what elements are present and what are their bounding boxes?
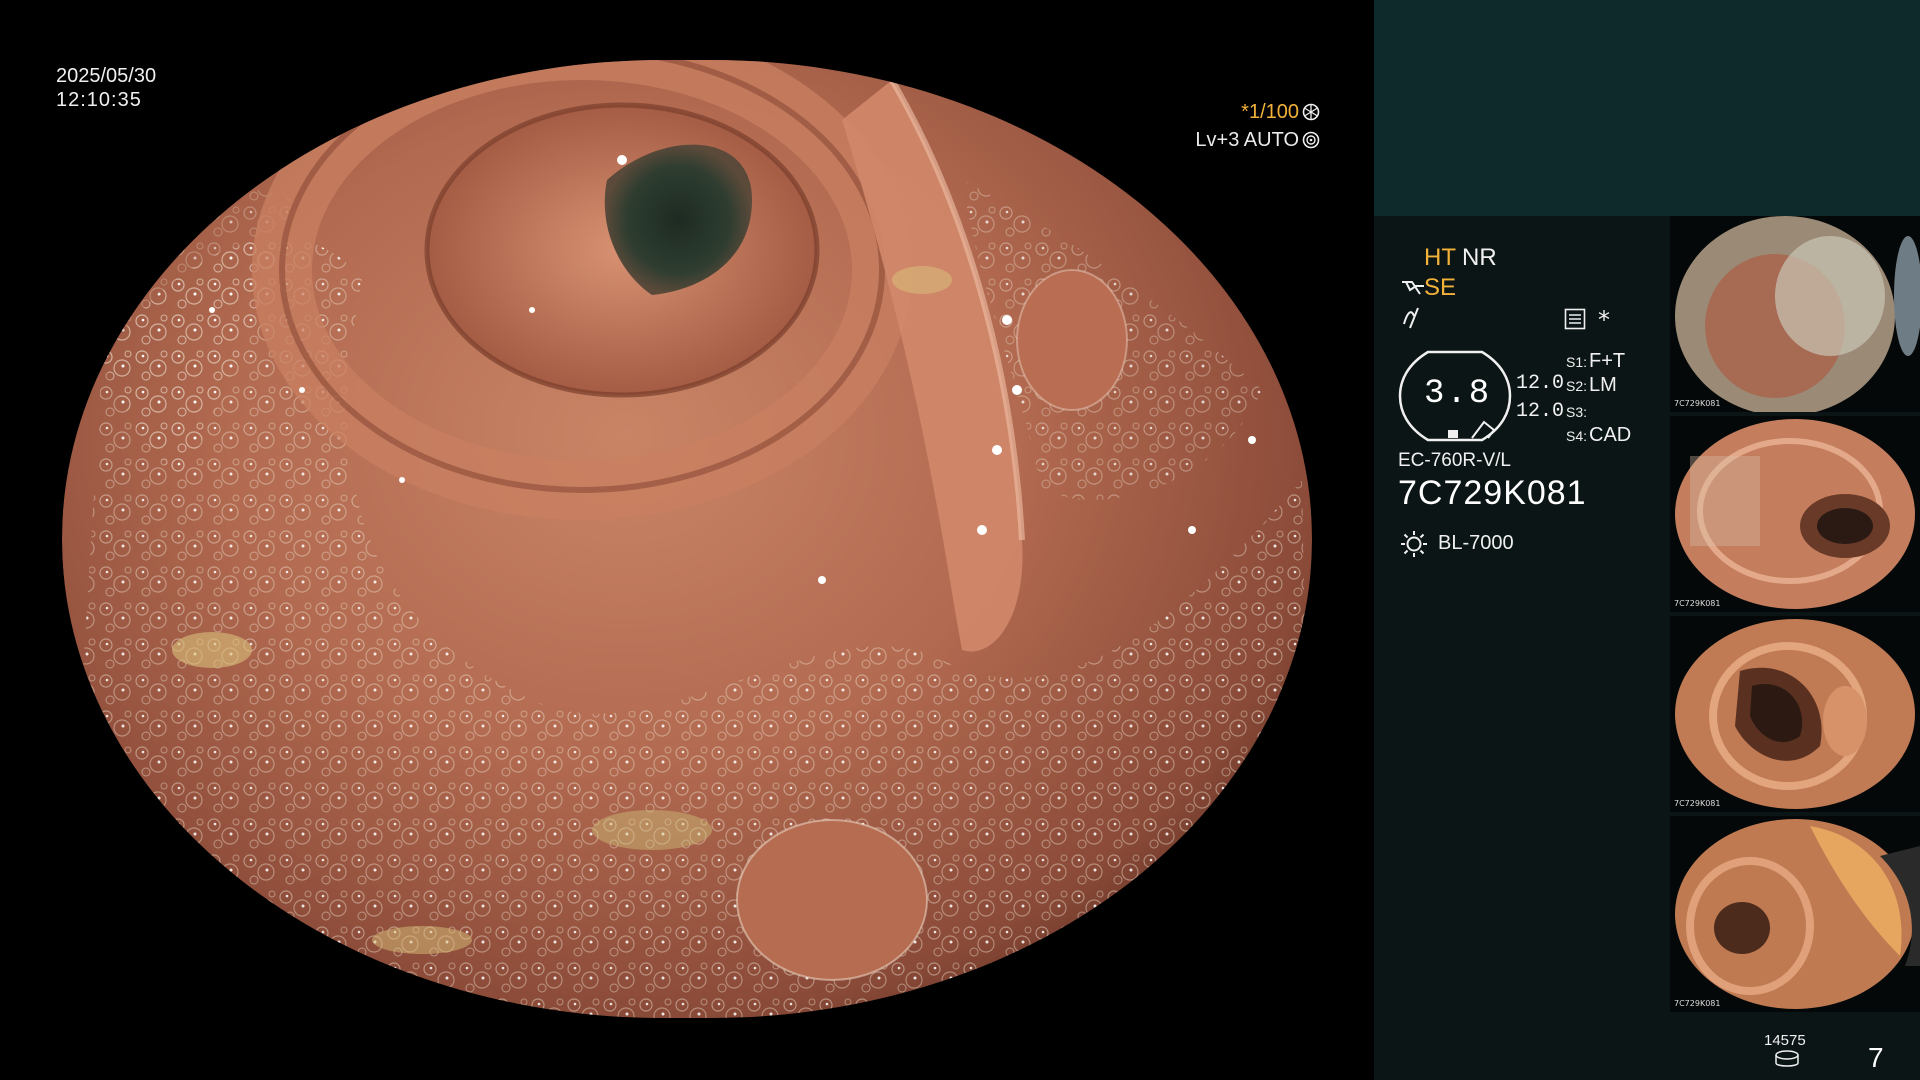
zoom-value: 3.8: [1424, 375, 1492, 413]
thumbnail-image-1: [1675, 216, 1920, 412]
image-count: 7: [1868, 1042, 1884, 1073]
thumbnail-image-4: [1675, 819, 1920, 1009]
mode-nr: NR: [1462, 244, 1497, 271]
thumbnail-caption-4: 7C729K081: [1674, 999, 1721, 1008]
shutter-speed: *1/100: [1241, 101, 1299, 123]
date-text: 2025/05/30: [56, 65, 157, 87]
switch-s2: S2: LM: [1566, 374, 1617, 397]
menu-list-icon: [1564, 308, 1586, 330]
switch-s2-key: S2:: [1566, 378, 1588, 394]
date-time-stamp: 2025/05/30 12:10:35: [56, 64, 156, 112]
thumbnail-caption-1: 7C729K081: [1674, 399, 1721, 408]
switch-s1-key: S1:: [1566, 354, 1588, 370]
switch-s4-value: CAD: [1589, 424, 1632, 446]
side-panel-top: [1374, 0, 1920, 216]
storage-disk-icon: [1775, 1050, 1799, 1067]
scope-model: EC-760R-V/L: [1398, 450, 1511, 471]
mode-se: SE: [1424, 274, 1457, 301]
light-source-icon: [1401, 531, 1427, 557]
capture-thumbnail-3[interactable]: 7C729K081: [1670, 616, 1920, 812]
capture-thumbnail-2[interactable]: 7C729K081: [1670, 416, 1920, 612]
scope-serial-number: 7C729K081: [1398, 474, 1587, 512]
thumbnail-caption-3: 7C729K081: [1674, 799, 1721, 808]
switch-s3: S3:: [1566, 400, 1589, 423]
zoom-setting-a: 12.0: [1516, 372, 1565, 395]
endoscope-view-area: 2025/05/30 12:10:35 *1/100 Lv+3 AUTO: [0, 0, 1373, 1080]
shutter-info: *1/100 Lv+3 AUTO: [1195, 98, 1320, 154]
aperture-icon: [1302, 103, 1320, 121]
switch-s4-key: S4:: [1566, 428, 1588, 444]
zoom-setting-b: 12.0: [1516, 400, 1565, 423]
mode-ht: HT: [1424, 244, 1456, 271]
light-source-model: BL-7000: [1438, 532, 1514, 554]
thumbnail-image-2: [1675, 419, 1915, 609]
time-text: 12:10:35: [56, 89, 142, 111]
endoscopic-image: [62, 60, 1312, 1018]
brightness-level: Lv+3 AUTO: [1195, 129, 1299, 151]
switch-s1: S1: F+T: [1566, 350, 1625, 373]
thumbnail-caption-2: 7C729K081: [1674, 599, 1721, 608]
switch-s2-value: LM: [1589, 374, 1617, 396]
switch-s1-value: F+T: [1589, 350, 1626, 372]
capture-thumbnail-1[interactable]: 7C729K081: [1670, 216, 1920, 412]
capture-thumbnail-4[interactable]: 7C729K081: [1670, 816, 1920, 1012]
color-enhance-icon: [1403, 307, 1419, 329]
switch-s3-key: S3:: [1566, 404, 1588, 420]
thumbnail-image-3: [1675, 619, 1915, 809]
endoscopic-image-graphic: [62, 60, 1312, 1018]
storage-count: 14575: [1764, 1032, 1806, 1049]
switch-s4: S4: CAD: [1566, 424, 1631, 447]
auto-iris-icon: [1302, 131, 1320, 149]
structure-enhance-icon: [1402, 281, 1424, 295]
star-indicator: *: [1598, 306, 1610, 334]
